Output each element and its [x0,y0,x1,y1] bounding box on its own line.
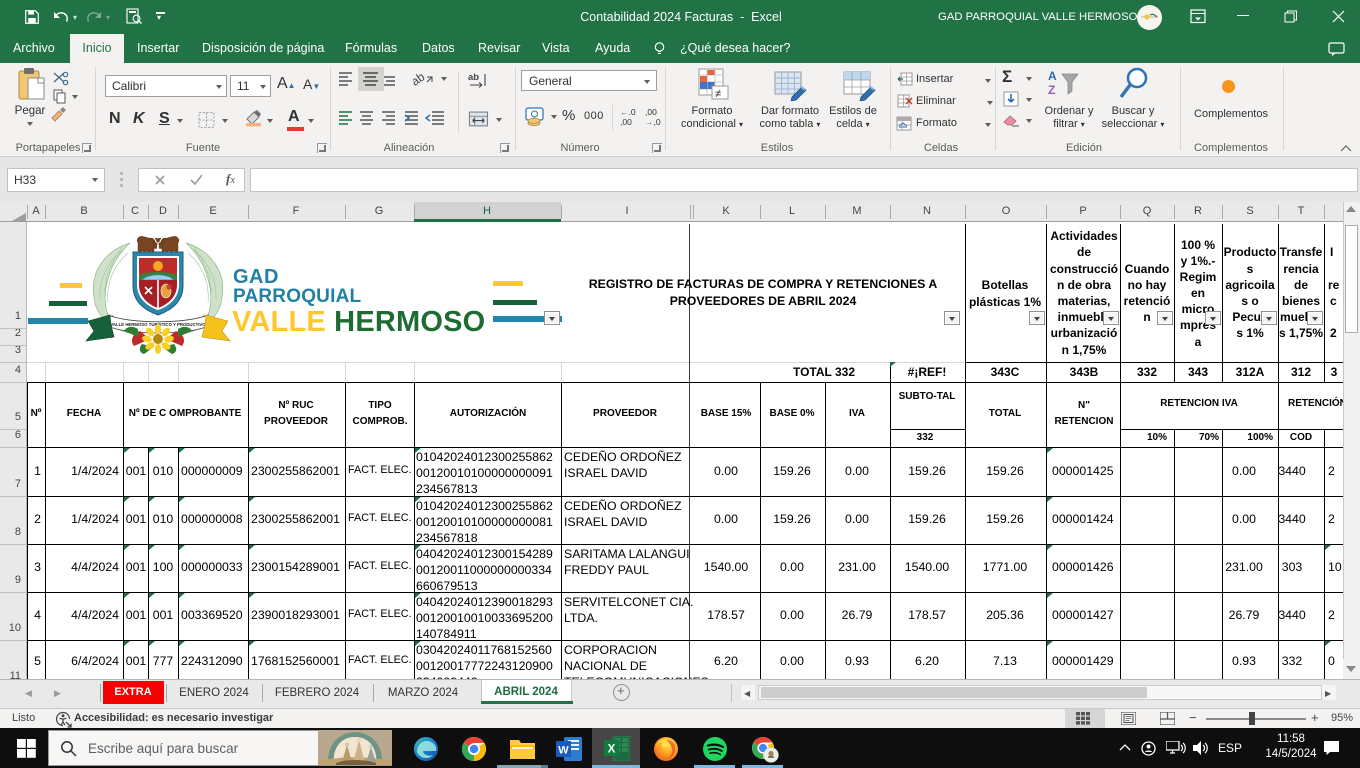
svg-text:≠: ≠ [715,88,721,100]
svg-text:A: A [1048,69,1057,83]
svg-text:X: X [608,744,616,756]
svg-text:ab: ab [413,70,428,88]
svg-text:ab: ab [468,72,479,83]
svg-text:W: W [558,745,569,757]
svg-text:Z: Z [1048,83,1055,97]
